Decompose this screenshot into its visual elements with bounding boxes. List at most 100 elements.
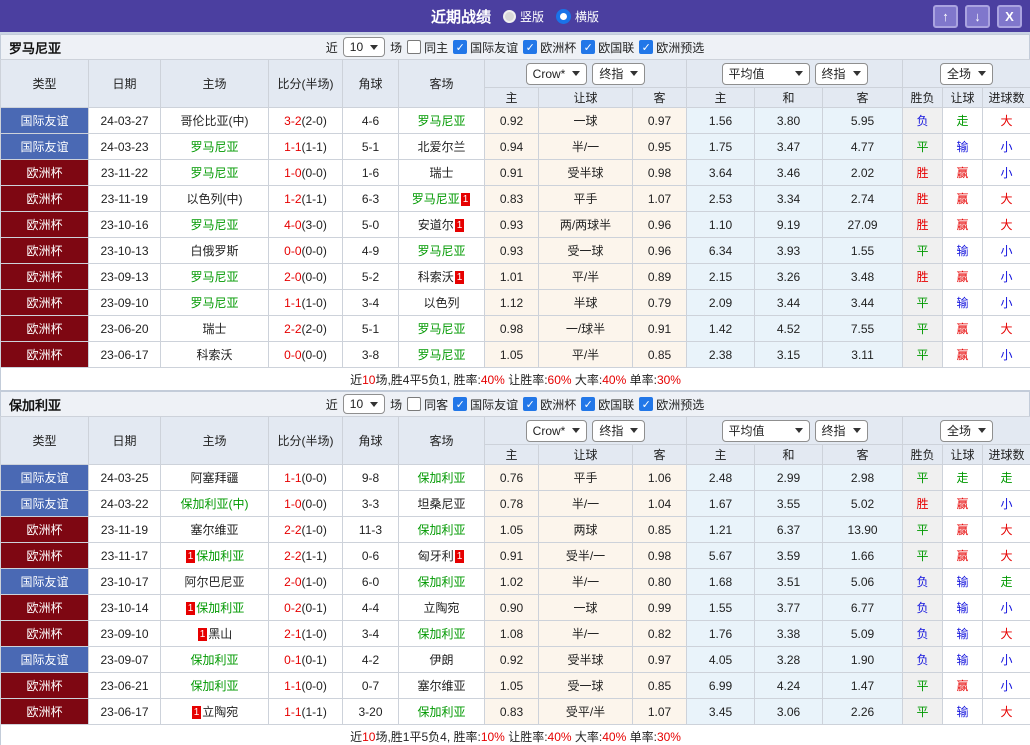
same-venue-checkbox[interactable]: 同主 bbox=[407, 39, 448, 56]
score-cell: 2-2(2-0) bbox=[268, 315, 343, 342]
result-cell: 负 bbox=[902, 620, 944, 647]
away-team-cell: 立陶宛 bbox=[398, 594, 485, 621]
league-cell: 欧洲杯 bbox=[0, 237, 89, 264]
scope-select[interactable]: 全场 bbox=[940, 419, 994, 442]
layout-radio-vertical[interactable]: 竖版 bbox=[502, 8, 544, 25]
sections-container: 罗马尼亚 近 10 场 同主 ✓国际友谊✓欧洲杯✓欧国联✓欧洲预选 bbox=[0, 34, 1030, 745]
league-filter-checkbox[interactable]: ✓ 欧国联 bbox=[581, 39, 634, 56]
average-time-select[interactable]: 终指 bbox=[814, 419, 868, 442]
full-time-score: 3-2 bbox=[284, 113, 302, 128]
goals-result-cell: 小 bbox=[982, 133, 1030, 160]
layout-radio-horizontal[interactable]: 横版 bbox=[556, 8, 599, 25]
corners-cell: 3-20 bbox=[342, 698, 399, 725]
avg-away-cell: 2.26 bbox=[822, 698, 904, 725]
match-rows: 国际友谊 24-03-25 阿塞拜疆 1-1(0-0) 9-8 保加利亚 0.76 平手 1.0… bbox=[0, 464, 1030, 725]
home-team-name: 保加利亚 bbox=[196, 549, 245, 563]
rows-count-select[interactable]: 10 bbox=[342, 37, 386, 57]
league-filter-checkbox[interactable]: ✓ 欧洲杯 bbox=[523, 396, 576, 413]
goals-result-cell: 走 bbox=[982, 568, 1030, 595]
red-card-badge: 1 bbox=[185, 550, 196, 563]
avg-home-cell: 2.48 bbox=[686, 464, 756, 491]
avg-away-cell: 3.44 bbox=[822, 289, 904, 316]
result-cell: 负 bbox=[902, 594, 944, 621]
full-time-score: 0-1 bbox=[284, 652, 302, 667]
home-odds-cell: 1.05 bbox=[484, 672, 539, 699]
radio-icon bbox=[556, 8, 571, 24]
avg-draw-cell: 3.51 bbox=[754, 568, 824, 595]
league-filter-checkbox[interactable]: ✓ 国际友谊 bbox=[453, 39, 518, 56]
scroll-down-button[interactable]: ↓ bbox=[965, 4, 990, 28]
avg-draw-cell: 9.19 bbox=[754, 211, 824, 238]
avg-away-cell: 3.48 bbox=[822, 263, 904, 290]
league-filter-checkbox[interactable]: ✓ 国际友谊 bbox=[453, 396, 518, 413]
away-odds-cell: 0.95 bbox=[631, 133, 688, 160]
subcol-avg-home: 主 bbox=[686, 444, 756, 465]
chevron-down-icon bbox=[852, 428, 861, 433]
avg-draw-cell: 4.24 bbox=[754, 672, 824, 699]
away-team-name: 保加利亚 bbox=[417, 575, 466, 589]
average-time-select[interactable]: 终指 bbox=[814, 62, 868, 85]
away-team-name: 塞尔维亚 bbox=[417, 679, 466, 693]
league-filter-checkbox[interactable]: ✓ 欧洲杯 bbox=[523, 39, 576, 56]
match-row: 欧洲杯 23-09-10 1 黑山 2-1(1-0) 3-4 保加利亚 1.08 半/一 0.82… bbox=[0, 620, 1030, 647]
away-team-name: 罗马尼亚 bbox=[417, 348, 466, 362]
handicap-cell: 平/半 bbox=[538, 341, 633, 368]
col-away: 客场 bbox=[398, 59, 485, 108]
result-cell: 胜 bbox=[902, 490, 944, 517]
scope-select[interactable]: 全场 bbox=[940, 62, 994, 85]
league-filter-label: 欧洲预选 bbox=[656, 40, 705, 55]
league-filter-label: 欧国联 bbox=[598, 397, 635, 412]
score-cell: 3-2(2-0) bbox=[268, 107, 343, 134]
home-team-cell: 1 黑山 bbox=[160, 620, 269, 647]
half-time-score: (0-0) bbox=[301, 243, 327, 258]
full-time-score: 1-1 bbox=[284, 704, 302, 719]
rows-count-select[interactable]: 10 bbox=[342, 394, 386, 414]
near-label: 近 bbox=[325, 397, 338, 412]
same-venue-checkbox[interactable]: 同客 bbox=[407, 396, 448, 413]
home-team-cell: 保加利亚 bbox=[160, 646, 269, 673]
home-team-name: 罗马尼亚 bbox=[190, 140, 239, 154]
half-time-score: (1-0) bbox=[301, 574, 327, 589]
close-button[interactable]: X bbox=[997, 4, 1022, 28]
handicap-result-cell: 走 bbox=[942, 107, 984, 134]
col-type: 类型 bbox=[0, 416, 89, 465]
home-team-name: 阿尔巴尼亚 bbox=[184, 575, 245, 589]
result-cell: 平 bbox=[902, 289, 944, 316]
red-card-badge: 1 bbox=[454, 219, 465, 232]
home-odds-cell: 1.05 bbox=[484, 516, 539, 543]
bookmaker-select[interactable]: Crow* bbox=[525, 419, 588, 442]
away-team-name: 保加利亚 bbox=[417, 471, 466, 485]
home-team-name: 科索沃 bbox=[196, 348, 233, 362]
bookmaker-select[interactable]: Crow* bbox=[525, 62, 588, 85]
league-filter-checkbox[interactable]: ✓ 欧洲预选 bbox=[639, 396, 704, 413]
section-summary: 近10场,胜1平5负4, 胜率:10% 让胜率:40% 大率:40% 单率:30… bbox=[0, 724, 1030, 745]
avg-away-cell: 1.90 bbox=[822, 646, 904, 673]
away-team-name: 科索沃 bbox=[417, 270, 454, 284]
home-team-cell: 罗马尼亚 bbox=[160, 159, 269, 186]
away-team-name: 伊朗 bbox=[429, 653, 454, 667]
scroll-up-button[interactable]: ↑ bbox=[933, 4, 958, 28]
odds-group-header: Crow* 终指 bbox=[483, 416, 688, 445]
half-time-score: (2-0) bbox=[301, 321, 327, 336]
odds-time-select[interactable]: 终指 bbox=[592, 419, 646, 442]
average-select[interactable]: 平均值 bbox=[721, 419, 810, 442]
corners-cell: 3-8 bbox=[342, 341, 399, 368]
home-team-name: 白俄罗斯 bbox=[190, 244, 239, 258]
odds-time-select[interactable]: 终指 bbox=[592, 62, 646, 85]
away-odds-cell: 0.85 bbox=[631, 341, 688, 368]
away-team-cell: 保加利亚 bbox=[398, 568, 485, 595]
avg-away-cell: 27.09 bbox=[822, 211, 904, 238]
full-time-score: 1-0 bbox=[284, 165, 302, 180]
league-filter-checkbox[interactable]: ✓ 欧洲预选 bbox=[639, 39, 704, 56]
league-filter-checkbox[interactable]: ✓ 欧国联 bbox=[581, 396, 634, 413]
score-cell: 1-0(0-0) bbox=[268, 490, 343, 517]
avg-home-cell: 2.15 bbox=[686, 263, 756, 290]
avg-home-cell: 6.99 bbox=[686, 672, 756, 699]
corners-cell: 4-2 bbox=[342, 646, 399, 673]
goals-result-cell: 大 bbox=[982, 698, 1030, 725]
league-cell: 国际友谊 bbox=[0, 464, 89, 491]
goals-result-cell: 大 bbox=[982, 211, 1030, 238]
league-cell: 欧洲杯 bbox=[0, 542, 89, 569]
average-select[interactable]: 平均值 bbox=[721, 62, 810, 85]
result-cell: 平 bbox=[902, 464, 944, 491]
